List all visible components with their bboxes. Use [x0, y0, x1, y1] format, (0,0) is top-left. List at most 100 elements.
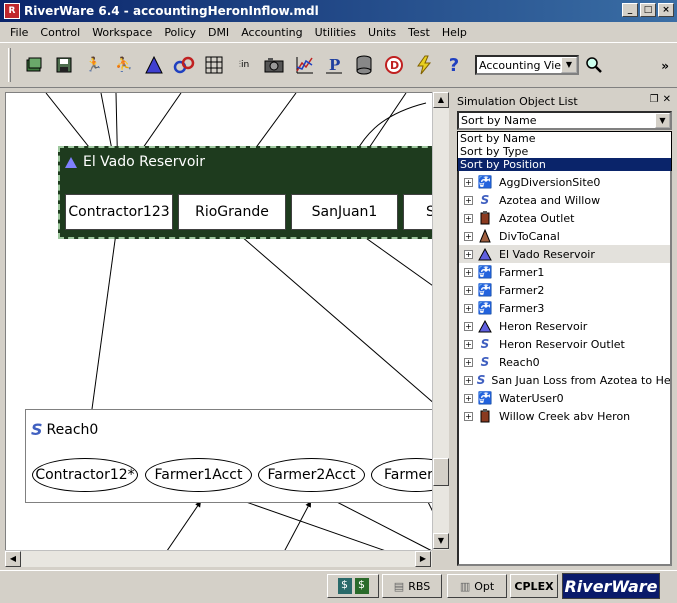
menu-policy[interactable]: Policy [158, 26, 202, 39]
menu-control[interactable]: Control [34, 26, 86, 39]
menu-accounting[interactable]: Accounting [235, 26, 308, 39]
status-dollar-buttons[interactable]: $ $ [327, 574, 379, 598]
minimize-button[interactable]: _ [622, 3, 638, 17]
scroll-down-icon[interactable]: ▼ [433, 533, 449, 549]
canal-icon [477, 228, 493, 244]
menu-utilities[interactable]: Utilities [309, 26, 362, 39]
chevron-down-icon[interactable]: ▼ [561, 57, 577, 73]
list-item[interactable]: + Willow Creek abv Heron [459, 407, 670, 425]
scroll-up-icon[interactable]: ▲ [433, 92, 449, 108]
rbs-button[interactable]: ▤ RBS [382, 574, 442, 598]
list-item[interactable]: + Heron Reservoir [459, 317, 670, 335]
canvas-corner-icon[interactable] [432, 550, 449, 567]
diagnostics-icon[interactable]: D [381, 52, 407, 78]
list-item[interactable]: + El Vado Reservoir [459, 245, 670, 263]
list-item[interactable]: + DivToCanal [459, 227, 670, 245]
expand-icon[interactable]: + [464, 195, 473, 205]
gage-icon [477, 408, 493, 424]
riverware-logo: RiverWare [562, 573, 660, 599]
open-icon[interactable] [21, 52, 47, 78]
database-icon[interactable] [351, 52, 377, 78]
save-icon[interactable] [51, 52, 77, 78]
menu-help[interactable]: Help [436, 26, 473, 39]
view-select[interactable]: Accounting View ▼ [475, 55, 579, 75]
expand-icon[interactable]: + [464, 285, 473, 295]
list-item[interactable]: + 🚰 Farmer3 [459, 299, 670, 317]
chevron-down-icon[interactable]: ▼ [655, 113, 670, 128]
list-item[interactable]: + 🚰 AggDiversionSite0 [459, 173, 670, 191]
list-item[interactable]: + S Reach0 [459, 353, 670, 371]
close-button[interactable]: × [658, 3, 674, 17]
list-item[interactable]: + Azotea Outlet [459, 209, 670, 227]
canvas-vertical-scrollbar[interactable]: ▲ ▼ [432, 92, 449, 550]
menu-dmi[interactable]: DMI [202, 26, 235, 39]
expand-icon[interactable]: + [464, 267, 473, 277]
vertical-scroll-thumb[interactable] [433, 458, 449, 486]
run-icon[interactable]: 🏃 [81, 52, 107, 78]
expand-icon[interactable]: + [464, 249, 473, 259]
sort-option-type[interactable]: Sort by Type [458, 145, 671, 158]
panel-title: Simulation Object List ❐ ✕ [457, 94, 671, 108]
expand-icon[interactable]: + [464, 231, 473, 241]
panel-undock-icon[interactable]: ❐ [650, 94, 659, 105]
workspace-canvas[interactable]: El Vado Reservoir Contractor123 RioGrand… [5, 92, 449, 566]
reservoir-title: El Vado Reservoir [65, 154, 205, 170]
menu-units[interactable]: Units [362, 26, 402, 39]
app-icon[interactable]: R [4, 3, 20, 19]
lightning-icon[interactable] [411, 52, 437, 78]
expand-icon[interactable]: + [464, 303, 473, 313]
account-farmer2acct[interactable]: Farmer2Acct [258, 458, 365, 492]
account-sanjuan1[interactable]: SanJuan1 [291, 194, 398, 230]
policy-icon[interactable]: P [321, 52, 347, 78]
maximize-button[interactable]: □ [640, 3, 656, 17]
list-item[interactable]: + S Heron Reservoir Outlet [459, 335, 670, 353]
expand-icon[interactable]: + [464, 321, 473, 331]
toolbar: 🏃 ⛹ ⫶in P D ? Accounting View ▼ » [0, 42, 677, 88]
zoom-icon[interactable] [581, 52, 607, 78]
list-item[interactable]: + 🚰 Farmer1 [459, 263, 670, 281]
reservoir-el-vado[interactable]: El Vado Reservoir Contractor123 RioGrand… [58, 146, 448, 239]
sort-select[interactable]: Sort by Name ▼ [457, 111, 672, 130]
expand-icon[interactable]: + [464, 357, 473, 367]
sort-option-name[interactable]: Sort by Name [458, 132, 671, 145]
link-icon[interactable] [171, 52, 197, 78]
list-item[interactable]: + 🚰 Farmer2 [459, 281, 670, 299]
camera-icon[interactable] [261, 52, 287, 78]
scroll-left-icon[interactable]: ◀ [5, 551, 21, 567]
expand-icon[interactable]: + [464, 213, 473, 223]
svg-text:D: D [390, 59, 399, 72]
opt-button[interactable]: ▥ Opt [447, 574, 507, 598]
account-riogrande[interactable]: RioGrande [178, 194, 286, 230]
account-contractor123[interactable]: Contractor123 [65, 194, 173, 230]
list-item[interactable]: + 🚰 WaterUser0 [459, 389, 670, 407]
triangle-icon[interactable] [141, 52, 167, 78]
toolbar-grip[interactable] [8, 48, 11, 82]
reach-icon: S [476, 373, 486, 387]
dollar-icon[interactable]: $ [354, 578, 369, 594]
scroll-right-icon[interactable]: ▶ [415, 551, 431, 567]
help-icon[interactable]: ? [441, 52, 467, 78]
sort-option-position[interactable]: Sort by Position [458, 158, 671, 171]
dollar-icon[interactable]: $ [337, 578, 352, 594]
menu-test[interactable]: Test [402, 26, 436, 39]
expand-icon[interactable]: + [464, 177, 473, 187]
grid-icon[interactable] [201, 52, 227, 78]
list-item[interactable]: + S San Juan Loss from Azotea to Hero [459, 371, 670, 389]
expand-icon[interactable]: + [464, 375, 473, 385]
expand-icon[interactable]: + [464, 411, 473, 421]
expand-icon[interactable]: + [464, 339, 473, 349]
account-contractor12[interactable]: Contractor12* [32, 458, 138, 492]
toolbar-overflow-button[interactable]: » [661, 59, 669, 73]
panel-close-icon[interactable]: ✕ [663, 94, 671, 105]
run-multiple-icon[interactable]: ⛹ [111, 52, 137, 78]
expand-icon[interactable]: + [464, 393, 473, 403]
menu-file[interactable]: File [4, 26, 34, 39]
list-item[interactable]: + S Azotea and Willow [459, 191, 670, 209]
input-data-icon[interactable]: ⫶in [231, 52, 257, 78]
canvas-horizontal-scrollbar[interactable]: ◀ ▶ [5, 550, 432, 567]
menu-workspace[interactable]: Workspace [86, 26, 158, 39]
cplex-button[interactable]: CPLEX [510, 574, 558, 598]
reach-reach0[interactable]: S Reach0 Contractor12* Farmer1Acct Farme… [25, 409, 448, 503]
account-farmer1acct[interactable]: Farmer1Acct [145, 458, 252, 492]
plot-icon[interactable] [291, 52, 317, 78]
